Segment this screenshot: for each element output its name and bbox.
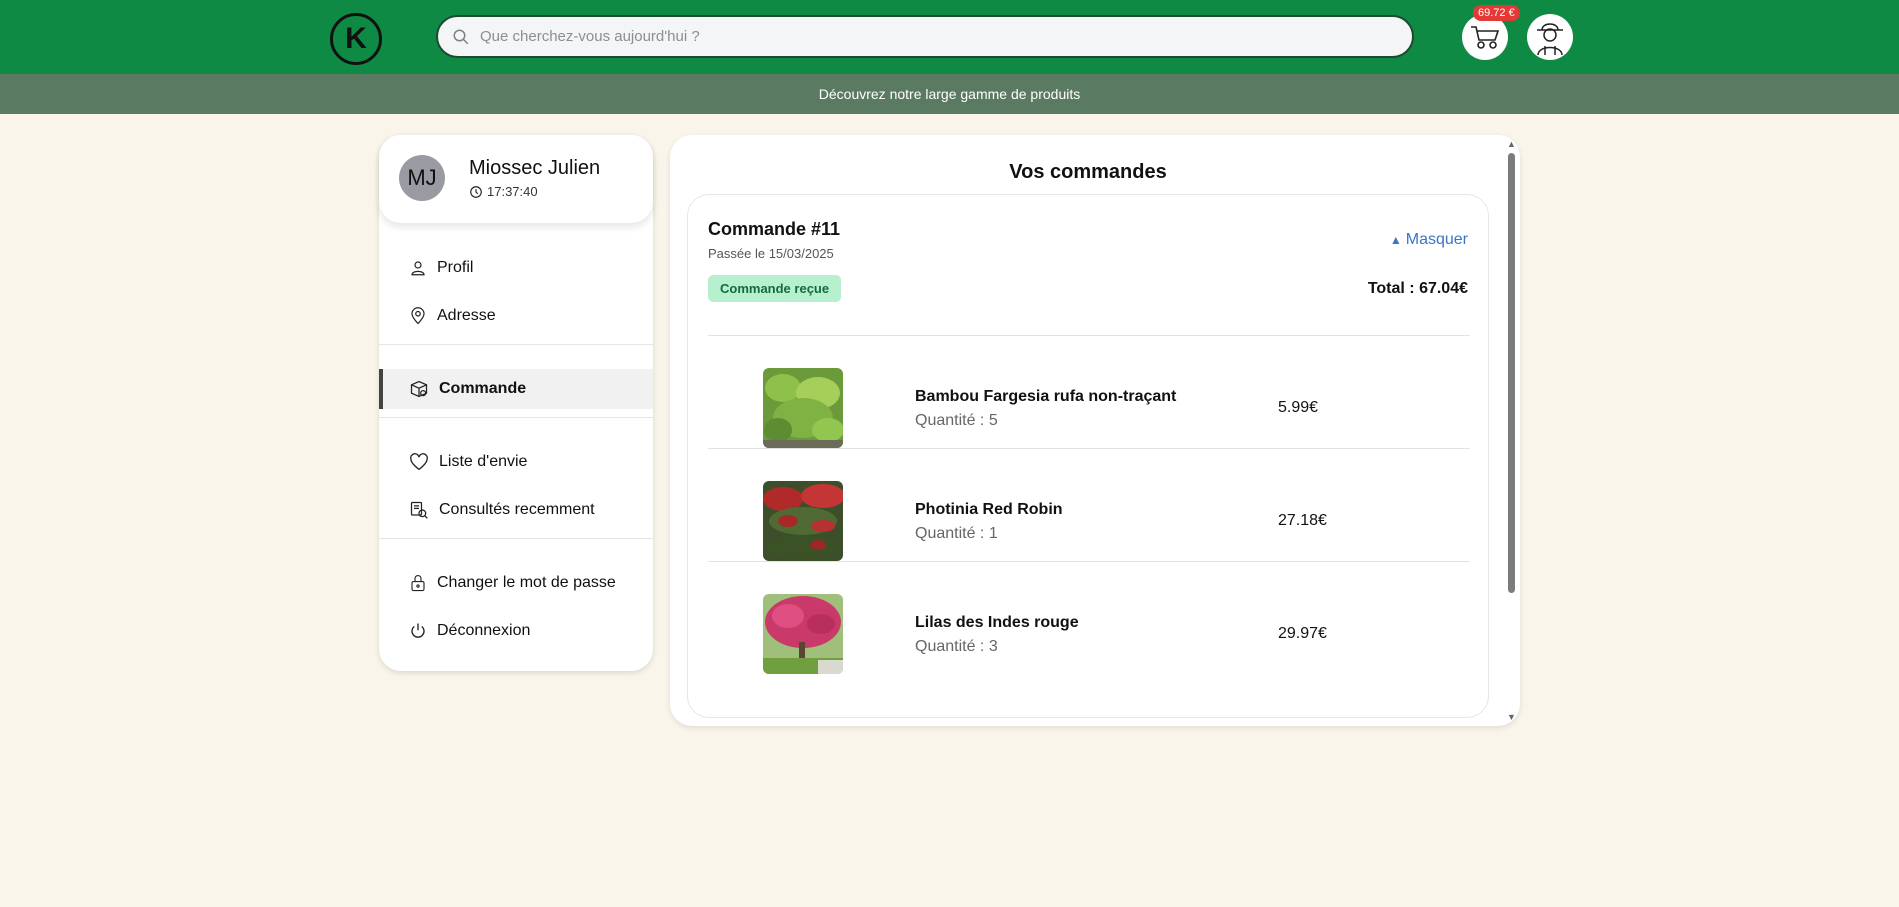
order-date: Passée le 15/03/2025 — [708, 246, 834, 261]
sidebar-item-label: Changer le mot de passe — [437, 574, 616, 591]
account-sidebar: MJ Miossec Julien 17:37:40 Profil Adress… — [379, 135, 653, 671]
product-quantity: Quantité : 3 — [915, 638, 998, 655]
product-image-lilas[interactable] — [763, 594, 843, 674]
search-icon — [453, 29, 469, 44]
user-time-text: 17:37:40 — [487, 184, 538, 199]
recently-viewed-icon — [410, 501, 428, 519]
kerisnel-logo[interactable]: K — [330, 13, 382, 65]
promo-banner: Découvrez notre large gamme de produits — [0, 74, 1899, 114]
product-quantity: Quantité : 5 — [915, 412, 998, 429]
heart-icon — [410, 453, 428, 471]
product-price: 5.99€ — [1278, 399, 1319, 416]
hide-order-label: Masquer — [1405, 231, 1468, 248]
location-pin-icon — [411, 307, 425, 325]
cart-total-badge: 69.72 € — [1473, 5, 1520, 21]
scrollbar-thumb[interactable] — [1508, 153, 1515, 593]
sidebar-item-label: Consultés recemment — [439, 501, 595, 518]
promo-banner-text: Découvrez notre large gamme de produits — [818, 86, 1081, 102]
product-image-photinia[interactable] — [763, 481, 843, 561]
wheelbarrow-cart-icon — [1471, 26, 1500, 49]
scroll-up-arrow-icon[interactable]: ▲ — [1507, 139, 1516, 149]
order-total: Total : 67.04€ — [1367, 280, 1468, 297]
user-icon — [411, 261, 425, 276]
power-icon — [411, 623, 425, 638]
sidebar-item-label: Liste d'envie — [439, 453, 528, 470]
order-number: Commande #11 — [708, 219, 841, 239]
order-card: Commande #11 Passée le 15/03/2025 ▲ Masq… — [687, 194, 1489, 718]
orders-panel: Vos commandes Commande #11 Passée le 15/… — [670, 135, 1520, 726]
clock-icon — [470, 185, 482, 198]
product-price: 29.97€ — [1278, 625, 1327, 642]
sidebar-divider — [379, 344, 653, 345]
lock-icon — [411, 575, 425, 592]
sidebar-item-label: Profil — [437, 259, 474, 276]
hide-order-toggle[interactable]: ▲ Masquer — [1390, 231, 1468, 249]
search-bar[interactable] — [436, 15, 1414, 58]
top-bar: K 69.72 € — [0, 0, 1899, 74]
sidebar-item-commande[interactable]: Commande — [379, 369, 653, 409]
logo-letter: K — [345, 22, 367, 55]
status-badge: Commande reçue — [708, 275, 842, 302]
sidebar-item-changer-mot-de-passe[interactable]: Changer le mot de passe — [379, 563, 653, 603]
avatar: MJ — [399, 155, 445, 201]
order-item: Lilas des Indes rouge Quantité : 3 29.97… — [708, 562, 1470, 675]
product-quantity: Quantité : 1 — [915, 525, 998, 542]
sidebar-divider — [379, 538, 653, 539]
page-title: Vos commandes — [1009, 161, 1167, 183]
sidebar-item-label: Commande — [439, 380, 527, 397]
package-icon — [410, 380, 428, 398]
sidebar-item-label: Déconnexion — [437, 622, 531, 639]
sidebar-item-profil[interactable]: Profil — [379, 248, 653, 288]
search-input[interactable] — [480, 28, 1380, 45]
user-card: MJ Miossec Julien 17:37:40 — [379, 135, 653, 223]
product-price: 27.18€ — [1278, 512, 1327, 529]
gardener-avatar-icon — [1537, 23, 1563, 56]
product-name[interactable]: Photinia Red Robin — [915, 501, 1063, 519]
scrollbar[interactable]: ▲ ▼ — [1507, 139, 1516, 722]
user-name: Miossec Julien — [469, 157, 601, 179]
sidebar-item-adresse[interactable]: Adresse — [379, 296, 653, 336]
sidebar-item-consultes[interactable]: Consultés recemment — [379, 490, 653, 530]
sidebar-item-deconnexion[interactable]: Déconnexion — [379, 611, 653, 651]
order-item: Photinia Red Robin Quantité : 1 27.18€ — [708, 449, 1470, 562]
sidebar-divider — [379, 417, 653, 418]
account-avatar-button[interactable] — [1527, 14, 1573, 60]
triangle-up-icon: ▲ — [1389, 233, 1402, 247]
product-name[interactable]: Bambou Fargesia rufa non-traçant — [915, 388, 1176, 406]
sidebar-item-liste-envie[interactable]: Liste d'envie — [379, 442, 653, 482]
order-item: Bambou Fargesia rufa non-traçant Quantit… — [708, 336, 1470, 449]
scroll-down-arrow-icon[interactable]: ▼ — [1507, 712, 1516, 722]
product-image-bambou[interactable] — [763, 368, 843, 448]
sidebar-item-label: Adresse — [437, 307, 496, 324]
product-name[interactable]: Lilas des Indes rouge — [915, 614, 1079, 632]
user-session-time: 17:37:40 — [469, 184, 538, 199]
